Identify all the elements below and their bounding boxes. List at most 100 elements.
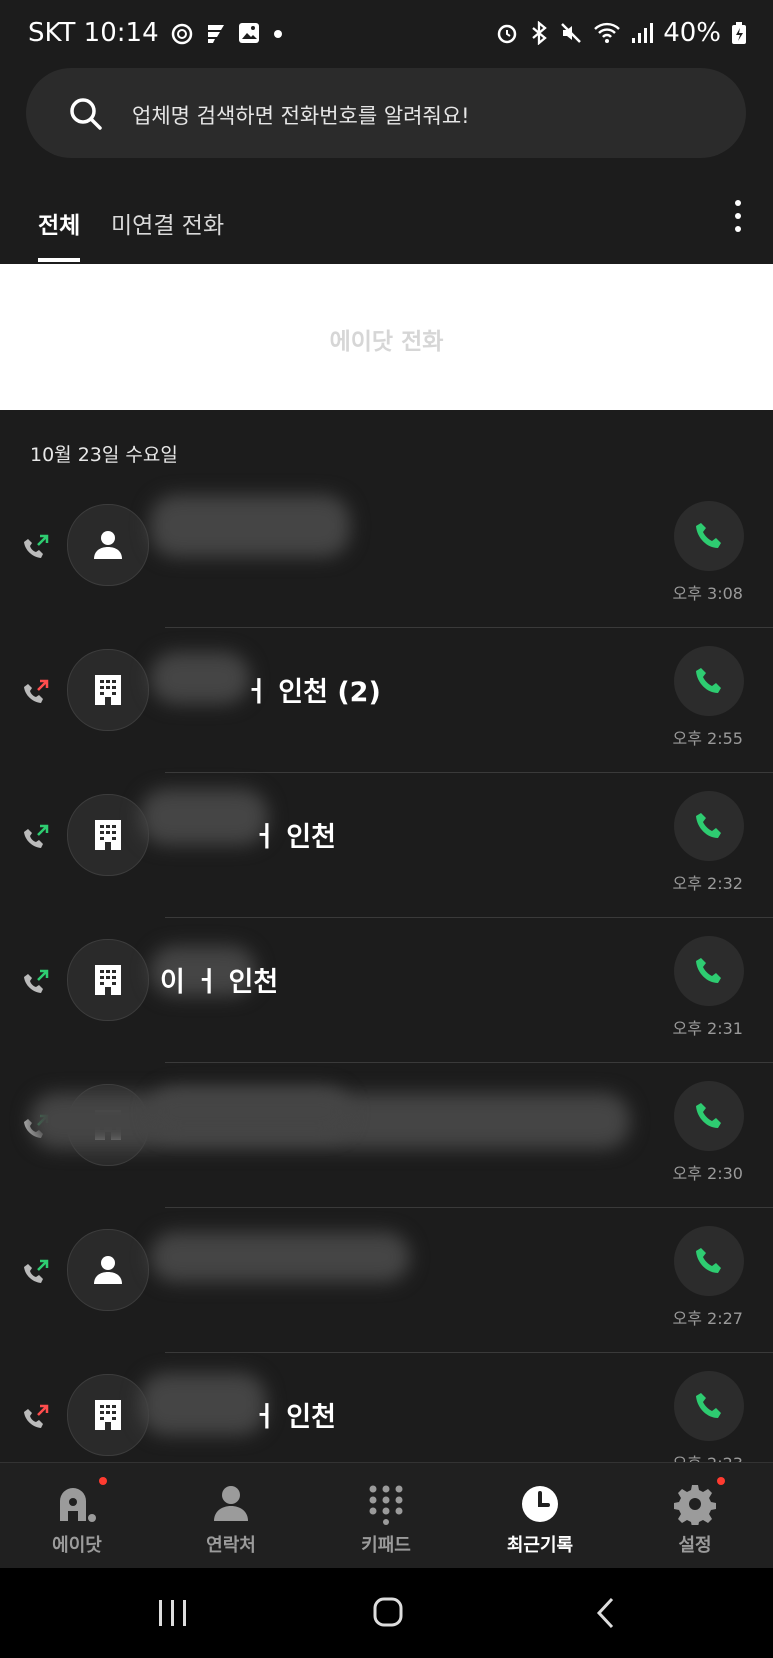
call-button[interactable] [674, 501, 744, 571]
date-header: 10월 23일 수요일 [30, 444, 178, 466]
redacted-name-blur [140, 789, 268, 845]
outgoing-call-icon [24, 969, 49, 993]
nav-label: 설정 [678, 1535, 712, 1556]
contact-avatar[interactable] [67, 939, 149, 1021]
signal-icon [632, 23, 654, 43]
call-button[interactable] [674, 1081, 744, 1151]
call-icon [696, 1393, 721, 1418]
nav-label: 에이닷 [52, 1535, 102, 1556]
back-icon[interactable] [594, 1596, 618, 1630]
call-button[interactable] [674, 1226, 744, 1296]
battery-percent: 40% [663, 18, 721, 48]
contact-name: ㅓ 인천 [252, 822, 336, 853]
bottom-navigation: 에이닷 연락처 키패드 최근기록 설정 [0, 1462, 773, 1569]
call-log-row[interactable]: 오후 2:30 [0, 1063, 773, 1208]
wifi-icon [594, 22, 621, 43]
system-navigation-bar [0, 1568, 773, 1658]
nav-item-keypad[interactable]: 키패드 [309, 1463, 463, 1569]
headset-icon [171, 23, 192, 45]
person-icon [94, 1256, 122, 1284]
battery-icon [732, 22, 746, 44]
call-icon [696, 668, 721, 693]
redacted-name-blur [140, 1373, 266, 1435]
carrier-time: SKT 10:14 [28, 18, 159, 48]
outgoing-call-icon [24, 534, 49, 558]
nav-item-adot[interactable]: 에이닷 [0, 1463, 154, 1569]
call-time: 오후 2:31 [672, 1019, 743, 1038]
call-icon [696, 1103, 721, 1128]
redacted-name-blur [150, 652, 250, 704]
call-time: 오후 2:32 [672, 874, 743, 893]
tab-missed-calls[interactable]: 미연결 전화 [111, 206, 224, 240]
gallery-icon [238, 23, 259, 43]
contact-avatar[interactable] [67, 649, 149, 731]
contact-avatar[interactable] [67, 794, 149, 876]
nav-badge-dot [717, 1477, 725, 1485]
more-options-icon[interactable] [733, 200, 743, 240]
nav-badge-dot [99, 1477, 107, 1485]
person-icon [94, 531, 122, 559]
banner-text: 에이닷 전화 [329, 329, 444, 355]
clock-icon [522, 1486, 558, 1522]
call-time: 오후 2:30 [672, 1164, 743, 1183]
contact-name: ㅓ 인천 [252, 1402, 336, 1433]
active-tab-indicator [38, 258, 80, 262]
call-button[interactable] [674, 646, 744, 716]
search-placeholder: 업체명 검색하면 전화번호를 알려줘요! [132, 104, 470, 128]
outgoing-call-icon [24, 1259, 49, 1283]
outgoing-call-icon [24, 824, 49, 848]
adot-icon [60, 1488, 96, 1522]
building-icon [95, 820, 121, 850]
call-log-row[interactable]: ㅓ 인천 (2) 오후 2:55 [0, 628, 773, 773]
search-bar[interactable]: 업체명 검색하면 전화번호를 알려줘요! [26, 68, 746, 158]
filter-tabs: 전체 미연결 전화 [0, 180, 773, 264]
nav-label: 연락처 [206, 1535, 256, 1556]
bluetooth-icon [532, 21, 547, 45]
call-icon [696, 958, 721, 983]
nav-item-settings[interactable]: 설정 [618, 1463, 772, 1569]
call-icon [696, 523, 721, 548]
nav-item-recents[interactable]: 최근기록 [463, 1463, 617, 1569]
missed-call-icon [24, 1404, 49, 1428]
adot-call-banner[interactable]: 에이닷 전화 [0, 264, 773, 410]
tab-all[interactable]: 전체 [38, 206, 80, 240]
building-icon [95, 1400, 121, 1430]
gear-icon [674, 1485, 716, 1525]
person-icon [214, 1486, 248, 1521]
call-button[interactable] [674, 1371, 744, 1441]
contact-avatar[interactable] [67, 1229, 149, 1311]
alarm-icon [497, 24, 517, 44]
call-log-row[interactable]: 이 ㅓ 인천오후 2:31 [0, 918, 773, 1063]
building-icon [95, 965, 121, 995]
redacted-name-blur [150, 495, 350, 557]
mute-icon [561, 23, 582, 43]
call-time: 오후 3:08 [672, 584, 743, 603]
call-time: 오후 2:55 [672, 729, 743, 748]
status-bar: SKT 10:14 40% [0, 0, 773, 70]
recent-apps-icon[interactable] [156, 1598, 190, 1628]
call-log-row[interactable]: 오후 2:27 [0, 1208, 773, 1353]
call-time: 오후 2:27 [672, 1309, 743, 1328]
search-icon [70, 98, 102, 130]
more-notifications-dot-icon [273, 30, 282, 38]
call-button[interactable] [674, 936, 744, 1006]
home-icon[interactable] [372, 1596, 404, 1628]
redacted-name-blur [150, 1087, 350, 1137]
building-icon [95, 675, 121, 705]
contact-avatar[interactable] [67, 504, 149, 586]
contact-avatar[interactable] [67, 1374, 149, 1456]
nav-item-contacts[interactable]: 연락처 [154, 1463, 308, 1569]
call-icon [696, 813, 721, 838]
contact-name: ㅓ 인천 (2) [244, 677, 381, 708]
call-log-row[interactable]: 오후 3:08 [0, 483, 773, 628]
missed-call-icon [24, 679, 49, 703]
notification-icon [207, 25, 224, 43]
call-button[interactable] [674, 791, 744, 861]
call-icon [696, 1248, 721, 1273]
call-log-row[interactable]: ㅓ 인천오후 2:32 [0, 773, 773, 918]
nav-label: 키패드 [361, 1535, 411, 1556]
contact-name: 이 ㅓ 인천 [160, 967, 279, 998]
redacted-name-blur [150, 1232, 410, 1282]
keypad-icon [369, 1485, 403, 1525]
nav-label: 최근기록 [506, 1535, 574, 1556]
